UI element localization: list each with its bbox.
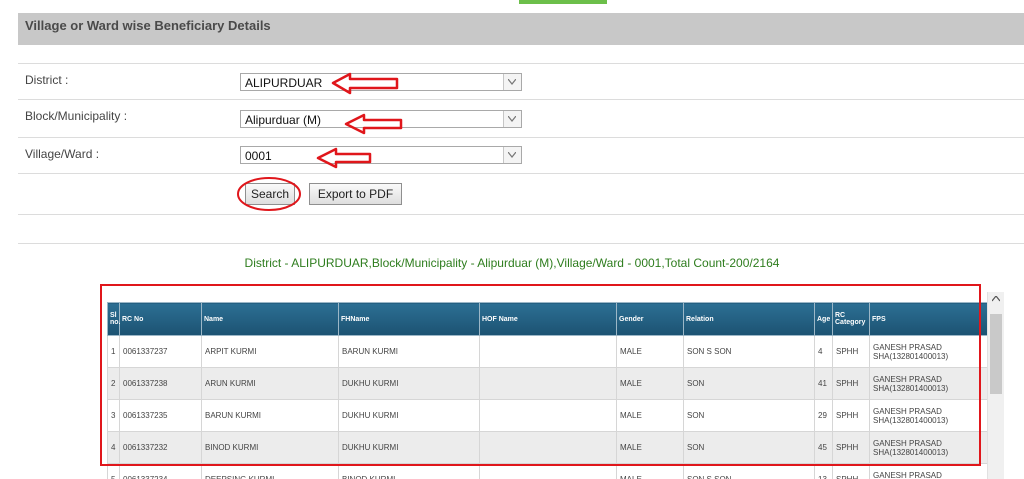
cell-rc-no: 0061337238 [119, 367, 202, 400]
col-header-rc-category: RC Category [832, 302, 870, 336]
cell-fps: GANESH PRASAD SHA(132801400013) [869, 399, 987, 432]
divider [18, 63, 1024, 64]
block-value: Alipurduar (M) [245, 113, 322, 127]
district-value: ALIPURDUAR [245, 76, 323, 90]
village-select[interactable]: 0001 [240, 146, 522, 164]
district-select[interactable]: ALIPURDUAR [240, 73, 522, 91]
divider [18, 214, 1024, 215]
cell-name: DEEPSING KURMI [201, 463, 339, 479]
cell-hof-name [479, 367, 617, 400]
table-row: 4 0061337232 BINOD KURMI DUKHU KURMI MAL… [107, 431, 987, 464]
chevron-down-icon[interactable] [503, 111, 521, 127]
cell-hof-name [479, 431, 617, 464]
cell-rc-category: SPHH [832, 367, 870, 400]
cell-rc-no: 0061337237 [119, 335, 202, 368]
cell-name: BARUN KURMI [201, 399, 339, 432]
cell-gender: MALE [616, 463, 684, 479]
cell-relation: SON S SON [683, 463, 815, 479]
page-title: Village or Ward wise Beneficiary Details [25, 18, 271, 33]
table-row: 2 0061337238 ARUN KURMI DUKHU KURMI MALE… [107, 367, 987, 400]
cell-fps: GANESH PRASAD SHA(132801400013) [869, 431, 987, 464]
cell-fhname: DUKHU KURMI [338, 367, 480, 400]
cell-sl: 5 [107, 463, 120, 479]
divider [18, 243, 1024, 244]
cell-fhname: DUKHU KURMI [338, 399, 480, 432]
cell-name: BINOD KURMI [201, 431, 339, 464]
cell-rc-no: 0061337234 [119, 463, 202, 479]
cell-age: 29 [814, 399, 833, 432]
col-header-relation: Relation [683, 302, 815, 336]
divider [18, 173, 1024, 174]
beneficiary-table: Sl no. RC No Name FHName HOF Name Gender… [107, 302, 987, 479]
cell-name: ARPIT KURMI [201, 335, 339, 368]
beneficiary-table-container: Sl no. RC No Name FHName HOF Name Gender… [107, 302, 987, 479]
cell-age: 41 [814, 367, 833, 400]
cell-age: 13 [814, 463, 833, 479]
cell-relation: SON [683, 431, 815, 464]
cell-gender: MALE [616, 431, 684, 464]
table-row: 5 0061337234 DEEPSING KURMI BINOD KURMI … [107, 463, 987, 479]
active-tab-indicator [519, 0, 607, 4]
cell-gender: MALE [616, 399, 684, 432]
chevron-down-icon[interactable] [503, 147, 521, 163]
cell-hof-name [479, 335, 617, 368]
col-header-rc-no: RC No [119, 302, 202, 336]
cell-sl: 3 [107, 399, 120, 432]
cell-hof-name [479, 399, 617, 432]
table-row: 3 0061337235 BARUN KURMI DUKHU KURMI MAL… [107, 399, 987, 432]
divider [18, 99, 1024, 100]
result-summary: District - ALIPURDUAR,Block/Municipality… [244, 256, 780, 270]
table-header-row: Sl no. RC No Name FHName HOF Name Gender… [107, 302, 987, 336]
chevron-up-icon[interactable] [992, 296, 1000, 302]
cell-rc-no: 0061337232 [119, 431, 202, 464]
col-header-sl: Sl no. [107, 302, 121, 336]
col-header-hof-name: HOF Name [479, 302, 617, 336]
cell-rc-category: SPHH [832, 463, 870, 479]
cell-fhname: BARUN KURMI [338, 335, 480, 368]
block-select[interactable]: Alipurduar (M) [240, 110, 522, 128]
col-header-name: Name [201, 302, 339, 336]
cell-relation: SON S SON [683, 335, 815, 368]
cell-fps: GANESH PRASAD SHA(132801400013) [869, 463, 987, 479]
col-header-gender: Gender [616, 302, 684, 336]
cell-relation: SON [683, 399, 815, 432]
cell-sl: 1 [107, 335, 120, 368]
cell-fhname: BINOD KURMI [338, 463, 480, 479]
cell-rc-category: SPHH [832, 335, 870, 368]
table-scrollbar[interactable] [987, 292, 1004, 479]
cell-gender: MALE [616, 367, 684, 400]
panel-header: Village or Ward wise Beneficiary Details [18, 13, 1024, 45]
district-label: District : [25, 73, 69, 87]
cell-age: 45 [814, 431, 833, 464]
cell-fhname: DUKHU KURMI [338, 431, 480, 464]
cell-rc-no: 0061337235 [119, 399, 202, 432]
divider [18, 137, 1024, 138]
export-pdf-button[interactable]: Export to PDF [309, 183, 402, 205]
block-label: Block/Municipality : [25, 109, 128, 123]
search-button[interactable]: Search [245, 183, 295, 205]
cell-rc-category: SPHH [832, 431, 870, 464]
col-header-fhname: FHName [338, 302, 480, 336]
cell-fps: GANESH PRASAD SHA(132801400013) [869, 367, 987, 400]
cell-age: 4 [814, 335, 833, 368]
scrollbar-thumb[interactable] [990, 314, 1002, 394]
cell-rc-category: SPHH [832, 399, 870, 432]
village-value: 0001 [245, 149, 272, 163]
village-label: Village/Ward : [25, 147, 100, 161]
table-row: 1 0061337237 ARPIT KURMI BARUN KURMI MAL… [107, 335, 987, 368]
cell-hof-name [479, 463, 617, 479]
col-header-age: Age [814, 302, 833, 336]
cell-fps: GANESH PRASAD SHA(132801400013) [869, 335, 987, 368]
cell-sl: 4 [107, 431, 120, 464]
cell-name: ARUN KURMI [201, 367, 339, 400]
cell-relation: SON [683, 367, 815, 400]
cell-sl: 2 [107, 367, 120, 400]
cell-gender: MALE [616, 335, 684, 368]
col-header-fps: FPS [869, 302, 987, 336]
chevron-down-icon[interactable] [503, 74, 521, 90]
